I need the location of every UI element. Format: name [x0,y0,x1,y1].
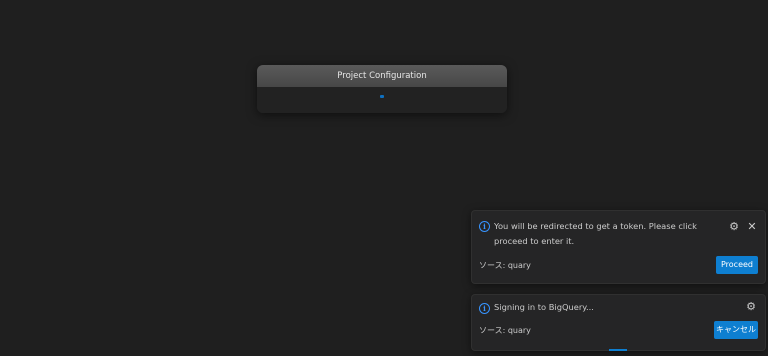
info-icon: i [479,221,490,232]
cancel-button[interactable]: キャンセル [714,321,758,339]
notification-signing-in: i Signing in to BigQuery... ⚙ ソース: quary… [471,294,766,351]
notification-progress [609,349,627,351]
quick-input-progress [380,95,384,98]
gear-icon[interactable]: ⚙ [745,301,757,313]
workbench: Project Configuration i You will be redi… [0,0,768,356]
notification-message: You will be redirected to get a token. P… [494,221,697,246]
quick-input-body [257,87,507,113]
close-icon[interactable]: ✕ [746,221,758,233]
notification-source: ソース: quary [479,261,531,270]
notification-message: Signing in to BigQuery... [494,302,594,312]
quick-input-widget: Project Configuration [257,65,507,113]
quick-input-title: Project Configuration [257,65,507,87]
info-icon: i [479,303,490,314]
notification-source: ソース: quary [479,326,531,335]
notification-token-redirect: i You will be redirected to get a token.… [471,210,766,284]
gear-icon[interactable]: ⚙ [728,221,740,233]
proceed-button[interactable]: Proceed [716,256,758,274]
